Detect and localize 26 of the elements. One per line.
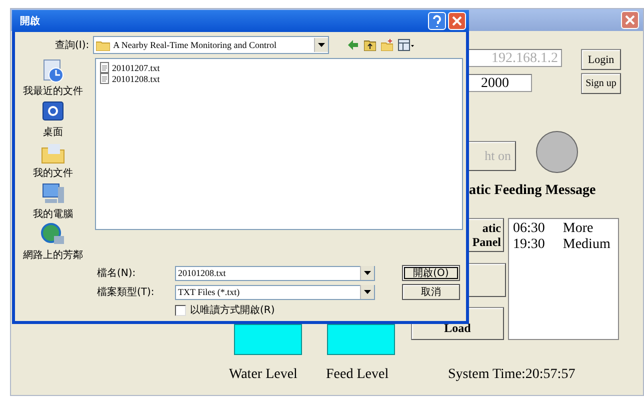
dialog-title: 開啟 [20, 14, 41, 28]
places-item[interactable]: 我最近的文件 [23, 58, 83, 98]
look-in-dropdown[interactable]: A Nearby Real-Time Monitoring and Control [93, 36, 330, 54]
places-item[interactable]: 桌面 [40, 99, 66, 139]
sign-up-button[interactable]: Sign up [581, 73, 621, 94]
file-item[interactable]: 20101208.txt [100, 73, 160, 84]
places-item[interactable]: 我的文件 [33, 140, 73, 180]
places-item[interactable]: 我的電腦 [33, 181, 73, 221]
look-in-label: 查詢(I): [55, 38, 90, 52]
file-name-label: 檔名(N): [97, 266, 137, 280]
file-type-dropdown[interactable]: TXT Files (*.txt) [175, 284, 375, 300]
read-only-checkbox[interactable]: 以唯讀方式開啟(R) [175, 303, 375, 317]
port-field[interactable]: 2000 [466, 74, 532, 92]
schedule-row[interactable]: 19:30 Medium [513, 237, 614, 253]
feed-level-label: Feed Level [326, 367, 389, 383]
places-item[interactable]: 網路上的芳鄰 [23, 222, 83, 262]
file-type-label: 檔案類型(T): [97, 286, 156, 299]
open-button[interactable]: 開啟(O) [402, 265, 460, 281]
water-level-label: Water Level [229, 367, 298, 383]
file-item[interactable]: 20101207.txt [100, 62, 160, 73]
login-button[interactable]: Login [581, 49, 621, 70]
file-name-field[interactable]: 20101208.txt [175, 266, 375, 280]
feeding-message-title: atic Feeding Message [469, 183, 596, 199]
cancel-button[interactable]: 取消 [402, 284, 460, 300]
system-time: System Time:20:57:57 [448, 367, 576, 383]
schedule-row[interactable]: 06:30 More [513, 221, 614, 237]
